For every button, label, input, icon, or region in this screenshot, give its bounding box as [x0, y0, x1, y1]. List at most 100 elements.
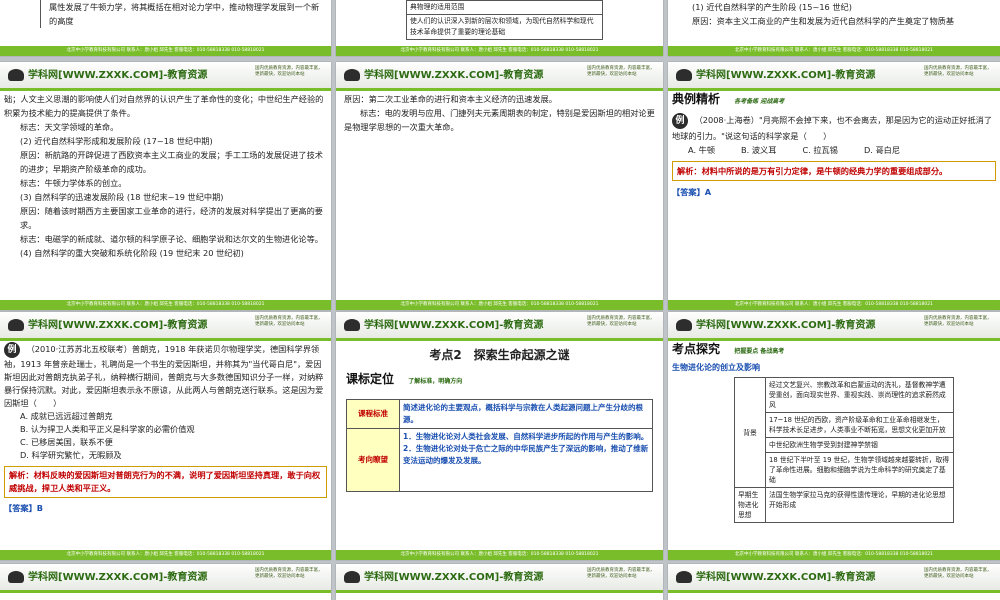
slide-banner: 学科网[WWW.ZXXK.COM]-教育资源 国内优质教育资源，内容最丰富，更新… — [0, 312, 331, 341]
slide-text: 原因：资本主义工商业的产生和发展为近代自然科学的产生奠定了物质基 — [692, 16, 955, 26]
footer-text: 北京中小学教育科技有限公司 联系人：唐小姐 邱先生 客服电话：010-58818… — [400, 302, 599, 307]
slide-text: 标志：牛顿力学体系的创立。 — [20, 178, 127, 188]
slide-banner: 学科网[WWW.ZXXK.COM]-教育资源 国内优质教育资源，内容最丰富，更新… — [668, 62, 1000, 91]
answer-text: 【答案】A — [672, 187, 712, 197]
table-row: 中世纪欧洲生物学受到封建神学禁锢 — [735, 437, 954, 453]
row-value: 经过文艺复兴、宗教改革和启蒙运动的洗礼，基督教神学遭受重创，面向现实世界、重视实… — [765, 377, 954, 413]
graduation-cap-icon — [8, 69, 24, 81]
row-value: 法国生物学家拉马克的获得性遗传理论，早期的进化论思想开始形成 — [765, 487, 954, 523]
promo-text: 国内优质教育资源，内容最丰富，更新最快，欢迎访问本站 — [587, 568, 655, 579]
section-subtitle: 了解标准，明确方向 — [408, 378, 463, 385]
slide-banner: 学科网[WWW.ZXXK.COM]-教育资源 国内优质教育资源，内容最丰富，更新… — [336, 564, 663, 593]
table-row: 18 世纪下半叶至 19 世纪，生物学领域越来越要转折，取得了革命性进展。细胞和… — [735, 452, 954, 488]
analysis-box: 解析：材料反映的爱因斯坦对普朗克行为的不满，说明了爱因斯坦坚持真理，敢于向权威挑… — [4, 466, 327, 498]
footer-text: 北京中小学教育科技有限公司 联系人：唐小姐 邱先生 客服电话：010-58818… — [735, 48, 933, 53]
section-header: 考点探究 — [672, 342, 721, 356]
slide-text: 典物理的适用范围 — [406, 0, 603, 15]
slide-12[interactable]: 学科网[WWW.ZXXK.COM]-教育资源 国内优质教育资源，内容最丰富，更新… — [668, 564, 1000, 600]
slide-9[interactable]: 学科网[WWW.ZXXK.COM]-教育资源 国内优质教育资源，内容最丰富，更新… — [668, 312, 1000, 560]
analysis-box: 解析：材料中所说的是万有引力定律，是牛顿的经典力学的重要组成部分。 — [672, 161, 996, 181]
slide-1[interactable]: 属性发展了牛顿力学，将其概括在相对论力学中，推动物理学发展到一个新的高度 北京中… — [0, 0, 331, 56]
slide-text: 属性发展了牛顿力学，将其概括在相对论力学中，推动物理学发展到一个新的高度 — [40, 0, 321, 28]
logo-text: 学科网[WWW.ZXXK.COM]-教育资源 — [28, 572, 208, 583]
slide-text: 标志：电的发明与应用、门捷列夫元素周期表的制定，特别是爱因斯坦的相对论更是物理学… — [344, 108, 655, 132]
example-icon: 例 — [672, 113, 688, 129]
slide-2[interactable]: 典物理的适用范围 使人们的认识深入到新的层次和领域，为现代自然科学和现代技术革命… — [336, 0, 663, 56]
table-row: 早期生物进化思想 法国生物学家拉马克的获得性遗传理论，早期的进化论思想开始形成 — [734, 487, 954, 523]
section-title: 考点2 探索生命起源之谜 — [429, 348, 570, 362]
logo-text: 学科网[WWW.ZXXK.COM]-教育资源 — [696, 572, 876, 583]
row-key: 考向瞭望 — [346, 428, 400, 492]
slide-10[interactable]: 学科网[WWW.ZXXK.COM]-教育资源 国内优质教育资源，内容最丰富，更新… — [0, 564, 331, 600]
slide-text: (2) 近代自然科学形成和发展阶段 (17~18 世纪中期) — [20, 136, 213, 146]
slide-6[interactable]: 学科网[WWW.ZXXK.COM]-教育资源 国内优质教育资源，内容最丰富，更新… — [668, 62, 1000, 310]
graduation-cap-icon — [676, 571, 692, 583]
slide-banner: 学科网[WWW.ZXXK.COM]-教育资源 国内优质教育资源，内容最丰富，更新… — [0, 62, 331, 91]
footer-text: 北京中小学教育科技有限公司 联系人：唐小姐 邱先生 客服电话：010-58818… — [735, 302, 933, 307]
row-key: 早期生物进化思想 — [734, 487, 766, 523]
slide-text: 原因：新航路的开辟促进了西欧资本主义工商业的发展；手工工场的发展促进了技术的进步… — [20, 150, 323, 174]
logo-text: 学科网[WWW.ZXXK.COM]-教育资源 — [28, 320, 208, 331]
option-c: C. 已移居美国，联系不便 — [20, 437, 113, 447]
footer-text: 北京中小学教育科技有限公司 联系人：唐小姐 邱先生 客服电话：010-58818… — [735, 552, 933, 557]
row-value: 中世纪欧洲生物学受到封建神学禁锢 — [765, 437, 954, 453]
slide-text: 原因：第二次工业革命的进行和资本主义经济的迅速发展。 — [344, 94, 557, 104]
slide-4[interactable]: 学科网[WWW.ZXXK.COM]-教育资源 国内优质教育资源，内容最丰富，更新… — [0, 62, 331, 310]
option-d: D. 哥白尼 — [863, 145, 901, 155]
graduation-cap-icon — [344, 69, 360, 81]
promo-text: 国内优质教育资源，内容最丰富，更新最快，欢迎访问本站 — [255, 316, 323, 327]
table-row: 课程标准 简述进化论的主要观点，概括科学与宗教在人类起源问题上产生分歧的根源。 — [346, 399, 653, 429]
slide-text: 标志：电磁学的新成就、道尔顿的科学原子论、细胞学说和达尔文的生物进化论等。 — [20, 234, 323, 244]
slide-11[interactable]: 学科网[WWW.ZXXK.COM]-教育资源 国内优质教育资源，内容最丰富，更新… — [336, 564, 663, 600]
row-key: 课程标准 — [346, 399, 400, 429]
footer-text: 北京中小学教育科技有限公司 联系人：唐小姐 邱先生 客服电话：010-58818… — [400, 48, 599, 53]
row-value: 1．生物进化论对人类社会发展、自然科学进步所起的作用与产生的影响。 2．生物进化… — [399, 428, 653, 492]
analysis-text: 解析：材料中所说的是万有引力定律，是牛顿的经典力学的重要组成部分。 — [677, 166, 948, 176]
table-row: 17~18 世纪的西欧，资产阶级革命和工业革命相继发生，科学技术长足进步，人类事… — [735, 412, 954, 438]
logo-text: 学科网[WWW.ZXXK.COM]-教育资源 — [28, 70, 208, 81]
row-key: 背景 — [734, 377, 766, 488]
graduation-cap-icon — [344, 571, 360, 583]
slide-text: 使人们的认识深入到新的层次和领域，为现代自然科学和现代技术革命提供了重要的理论基… — [406, 15, 603, 40]
slide-banner: 学科网[WWW.ZXXK.COM]-教育资源 国内优质教育资源，内容最丰富，更新… — [0, 564, 331, 593]
promo-text: 国内优质教育资源，内容最丰富，更新最快，欢迎访问本站 — [924, 66, 992, 77]
slide-5[interactable]: 学科网[WWW.ZXXK.COM]-教育资源 国内优质教育资源，内容最丰富，更新… — [336, 62, 663, 310]
slide-banner: 学科网[WWW.ZXXK.COM]-教育资源 国内优质教育资源，内容最丰富，更新… — [668, 312, 1000, 341]
example-icon: 例 — [4, 342, 20, 358]
question-text: （2010·江苏苏北五校联考）普朗克，1918 年获诺贝尔物理学奖，德国科学界领… — [4, 344, 324, 408]
logo-text: 学科网[WWW.ZXXK.COM]-教育资源 — [364, 70, 544, 81]
slide-text: 原因：随着该时期西方主要国家工业革命的进行，经济的发展对科学提出了更高的要求。 — [20, 206, 323, 230]
table-title: 生物进化论的创立及影响 — [672, 363, 760, 372]
slide-7[interactable]: 学科网[WWW.ZXXK.COM]-教育资源 国内优质教育资源，内容最丰富，更新… — [0, 312, 331, 560]
slide-8[interactable]: 学科网[WWW.ZXXK.COM]-教育资源 国内优质教育资源，内容最丰富，更新… — [336, 312, 663, 560]
graduation-cap-icon — [8, 319, 24, 331]
evolution-table: 背景 经过文艺复兴、宗教改革和启蒙运动的洗礼，基督教神学遭受重创，面向现实世界、… — [734, 377, 954, 523]
answer-text: 【答案】B — [4, 503, 43, 513]
graduation-cap-icon — [344, 319, 360, 331]
option-d: D. 科学研究繁忙，无暇顾及 — [20, 450, 122, 460]
row-value: 17~18 世纪的西欧，资产阶级革命和工业革命相继发生，科学技术长足进步，人类事… — [765, 412, 954, 438]
slide-text: (1) 近代自然科学的产生阶段 (15~16 世纪) — [692, 2, 852, 12]
promo-text: 国内优质教育资源，内容最丰富，更新最快，欢迎访问本站 — [255, 66, 323, 77]
promo-text: 国内优质教育资源，内容最丰富，更新最快，欢迎访问本站 — [924, 568, 992, 579]
promo-text: 国内优质教育资源，内容最丰富，更新最快，欢迎访问本站 — [587, 316, 655, 327]
slide-text: 础；人文主义思潮的影响使人们对自然界的认识产生了革命性的变化；中世纪生产经验的积… — [4, 94, 324, 118]
question-text: （2008·上海卷）"月亮照不会掉下来，也不会离去，那是因为它的运动正好抵消了地… — [672, 115, 993, 141]
option-b: B. 认为捍卫人类和平正义是科学家的必需价值观 — [20, 424, 195, 434]
slide-banner: 学科网[WWW.ZXXK.COM]-教育资源 国内优质教育资源，内容最丰富，更新… — [668, 564, 1000, 593]
option-a: A. 牛顿 — [688, 145, 716, 155]
slide-banner: 学科网[WWW.ZXXK.COM]-教育资源 国内优质教育资源，内容最丰富，更新… — [336, 62, 663, 91]
section-subtitle: 把握要点 备战高考 — [734, 348, 785, 355]
table-row: 考向瞭望 1．生物进化论对人类社会发展、自然科学进步所起的作用与产生的影响。 2… — [346, 428, 653, 492]
slide-3[interactable]: (1) 近代自然科学的产生阶段 (15~16 世纪) 原因：资本主义工商业的产生… — [668, 0, 1000, 56]
footer-text: 北京中小学教育科技有限公司 联系人：唐小姐 邱先生 客服电话：010-58818… — [66, 48, 265, 53]
logo-text: 学科网[WWW.ZXXK.COM]-教育资源 — [364, 572, 544, 583]
graduation-cap-icon — [8, 571, 24, 583]
promo-text: 国内优质教育资源，内容最丰富，更新最快，欢迎访问本站 — [255, 568, 323, 579]
row-value: 简述进化论的主要观点，概括科学与宗教在人类起源问题上产生分歧的根源。 — [399, 399, 653, 429]
graduation-cap-icon — [676, 319, 692, 331]
standards-table: 课程标准 简述进化论的主要观点，概括科学与宗教在人类起源问题上产生分歧的根源。 … — [346, 399, 653, 492]
logo-text: 学科网[WWW.ZXXK.COM]-教育资源 — [696, 320, 876, 331]
row-value: 18 世纪下半叶至 19 世纪，生物学领域越来越要转折，取得了革命性进展。细胞和… — [765, 452, 954, 488]
footer-text: 北京中小学教育科技有限公司 联系人：唐小姐 邱先生 客服电话：010-58818… — [66, 552, 265, 557]
